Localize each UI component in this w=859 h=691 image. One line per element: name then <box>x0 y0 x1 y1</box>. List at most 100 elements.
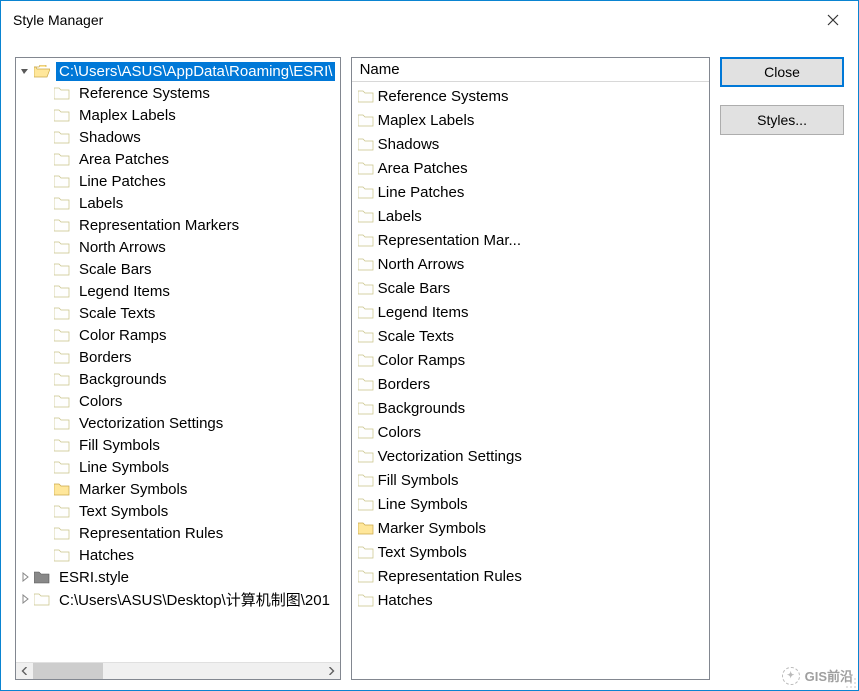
list-item[interactable]: North Arrows <box>352 252 710 276</box>
list-item[interactable]: Scale Bars <box>352 276 710 300</box>
tree-item[interactable]: Vectorization Settings <box>16 412 340 434</box>
tree-toggle-icon[interactable] <box>18 64 32 78</box>
tree-item[interactable]: Scale Bars <box>16 258 340 280</box>
list-item[interactable]: Labels <box>352 204 710 228</box>
tree-item[interactable]: Text Symbols <box>16 500 340 522</box>
tree-toggle-icon <box>38 372 52 386</box>
folder-icon <box>358 114 374 127</box>
folder-icon <box>358 282 374 295</box>
tree-item[interactable]: Line Symbols <box>16 456 340 478</box>
list-item-label: Reference Systems <box>378 88 509 105</box>
list-item[interactable]: Legend Items <box>352 300 710 324</box>
window-close-button[interactable] <box>808 1 858 39</box>
tree-item[interactable]: Scale Texts <box>16 302 340 324</box>
tree-item-label: Maplex Labels <box>76 106 179 125</box>
tree-item[interactable]: Reference Systems <box>16 82 340 104</box>
tree-item[interactable]: Marker Symbols <box>16 478 340 500</box>
close-button[interactable]: Close <box>720 57 844 87</box>
tree-toggle-icon[interactable] <box>18 592 32 606</box>
list-item-label: Line Patches <box>378 184 465 201</box>
list-item[interactable]: Hatches <box>352 588 710 612</box>
tree-item-label: Labels <box>76 194 126 213</box>
list-item-label: Representation Rules <box>378 568 522 585</box>
tree-toggle-icon[interactable] <box>18 570 32 584</box>
tree-item[interactable]: Fill Symbols <box>16 434 340 456</box>
folder-icon <box>358 378 374 391</box>
list-item[interactable]: Shadows <box>352 132 710 156</box>
list-item[interactable]: Representation Rules <box>352 564 710 588</box>
list-column-header[interactable]: Name <box>352 58 710 82</box>
list-body[interactable]: Reference Systems Maplex LabelsShadowsAre… <box>352 82 710 614</box>
tree-item[interactable]: Area Patches <box>16 148 340 170</box>
list-item-label: Hatches <box>378 592 433 609</box>
tree-item-label: Text Symbols <box>76 502 171 521</box>
folder-icon <box>54 241 70 254</box>
folder-icon <box>358 522 374 535</box>
list-item-label: Representation Mar... <box>378 232 521 249</box>
scroll-left-button[interactable] <box>16 663 33 680</box>
tree-item-label: Representation Markers <box>76 216 242 235</box>
tree-body[interactable]: C:\Users\ASUS\AppData\Roaming\ESRI\Refer… <box>16 58 340 662</box>
tree-root[interactable]: C:\Users\ASUS\AppData\Roaming\ESRI\ <box>16 60 340 82</box>
folder-icon <box>54 439 70 452</box>
list-item[interactable]: Representation Mar... <box>352 228 710 252</box>
tree-item[interactable]: Legend Items <box>16 280 340 302</box>
styles-button-label: Styles... <box>757 112 807 128</box>
resize-grip-icon[interactable] <box>843 675 857 689</box>
list-item[interactable]: Text Symbols <box>352 540 710 564</box>
list-item[interactable]: Reference Systems <box>352 84 710 108</box>
tree-item[interactable]: Representation Rules <box>16 522 340 544</box>
scroll-track[interactable] <box>33 663 323 680</box>
tree-item[interactable]: Backgrounds <box>16 368 340 390</box>
folder-icon <box>358 570 374 583</box>
tree-item[interactable]: Color Ramps <box>16 324 340 346</box>
folder-icon <box>358 330 374 343</box>
window-title: Style Manager <box>13 12 808 28</box>
tree-item[interactable]: Line Patches <box>16 170 340 192</box>
list-item[interactable]: Vectorization Settings <box>352 444 710 468</box>
list-item[interactable]: Colors <box>352 420 710 444</box>
tree-item-label: C:\Users\ASUS\AppData\Roaming\ESRI\ <box>56 62 335 81</box>
list-item[interactable]: Fill Symbols <box>352 468 710 492</box>
tree-item[interactable]: North Arrows <box>16 236 340 258</box>
list-item[interactable]: Color Ramps <box>352 348 710 372</box>
tree-item[interactable]: Hatches <box>16 544 340 566</box>
scroll-thumb[interactable] <box>33 663 103 680</box>
folder-icon <box>54 197 70 210</box>
tree-toggle-icon <box>38 174 52 188</box>
list-item[interactable]: Borders <box>352 372 710 396</box>
tree-toggle-icon <box>38 526 52 540</box>
folder-icon <box>358 162 374 175</box>
folder-icon <box>358 546 374 559</box>
folder-icon <box>34 571 50 584</box>
folder-icon <box>54 153 70 166</box>
tree-item[interactable]: Maplex Labels <box>16 104 340 126</box>
list-item[interactable]: Line Symbols <box>352 492 710 516</box>
tree-item[interactable]: Borders <box>16 346 340 368</box>
folder-icon <box>358 186 374 199</box>
list-item[interactable]: Line Patches <box>352 180 710 204</box>
tree-item[interactable]: Representation Markers <box>16 214 340 236</box>
styles-button[interactable]: Styles... <box>720 105 844 135</box>
folder-icon <box>358 402 374 415</box>
tree-toggle-icon <box>38 306 52 320</box>
folder-icon <box>54 109 70 122</box>
tree-item-label: Scale Bars <box>76 260 155 279</box>
folder-icon <box>358 498 374 511</box>
list-item[interactable]: Marker Symbols <box>352 516 710 540</box>
folder-icon <box>34 65 50 78</box>
tree-toggle-icon <box>38 152 52 166</box>
horizontal-scrollbar[interactable] <box>16 662 340 679</box>
tree-sibling[interactable]: ESRI.style <box>16 566 340 588</box>
tree-item[interactable]: Shadows <box>16 126 340 148</box>
list-item[interactable]: Area Patches <box>352 156 710 180</box>
scroll-right-button[interactable] <box>323 663 340 680</box>
list-item[interactable]: Backgrounds <box>352 396 710 420</box>
tree-item[interactable]: Colors <box>16 390 340 412</box>
tree-item[interactable]: Labels <box>16 192 340 214</box>
tree-sibling[interactable]: C:\Users\ASUS\Desktop\计算机制图\201 <box>16 588 340 610</box>
list-item[interactable]: Maplex Labels <box>352 108 710 132</box>
tree-item-label: Legend Items <box>76 282 173 301</box>
folder-icon <box>54 131 70 144</box>
list-item[interactable]: Scale Texts <box>352 324 710 348</box>
